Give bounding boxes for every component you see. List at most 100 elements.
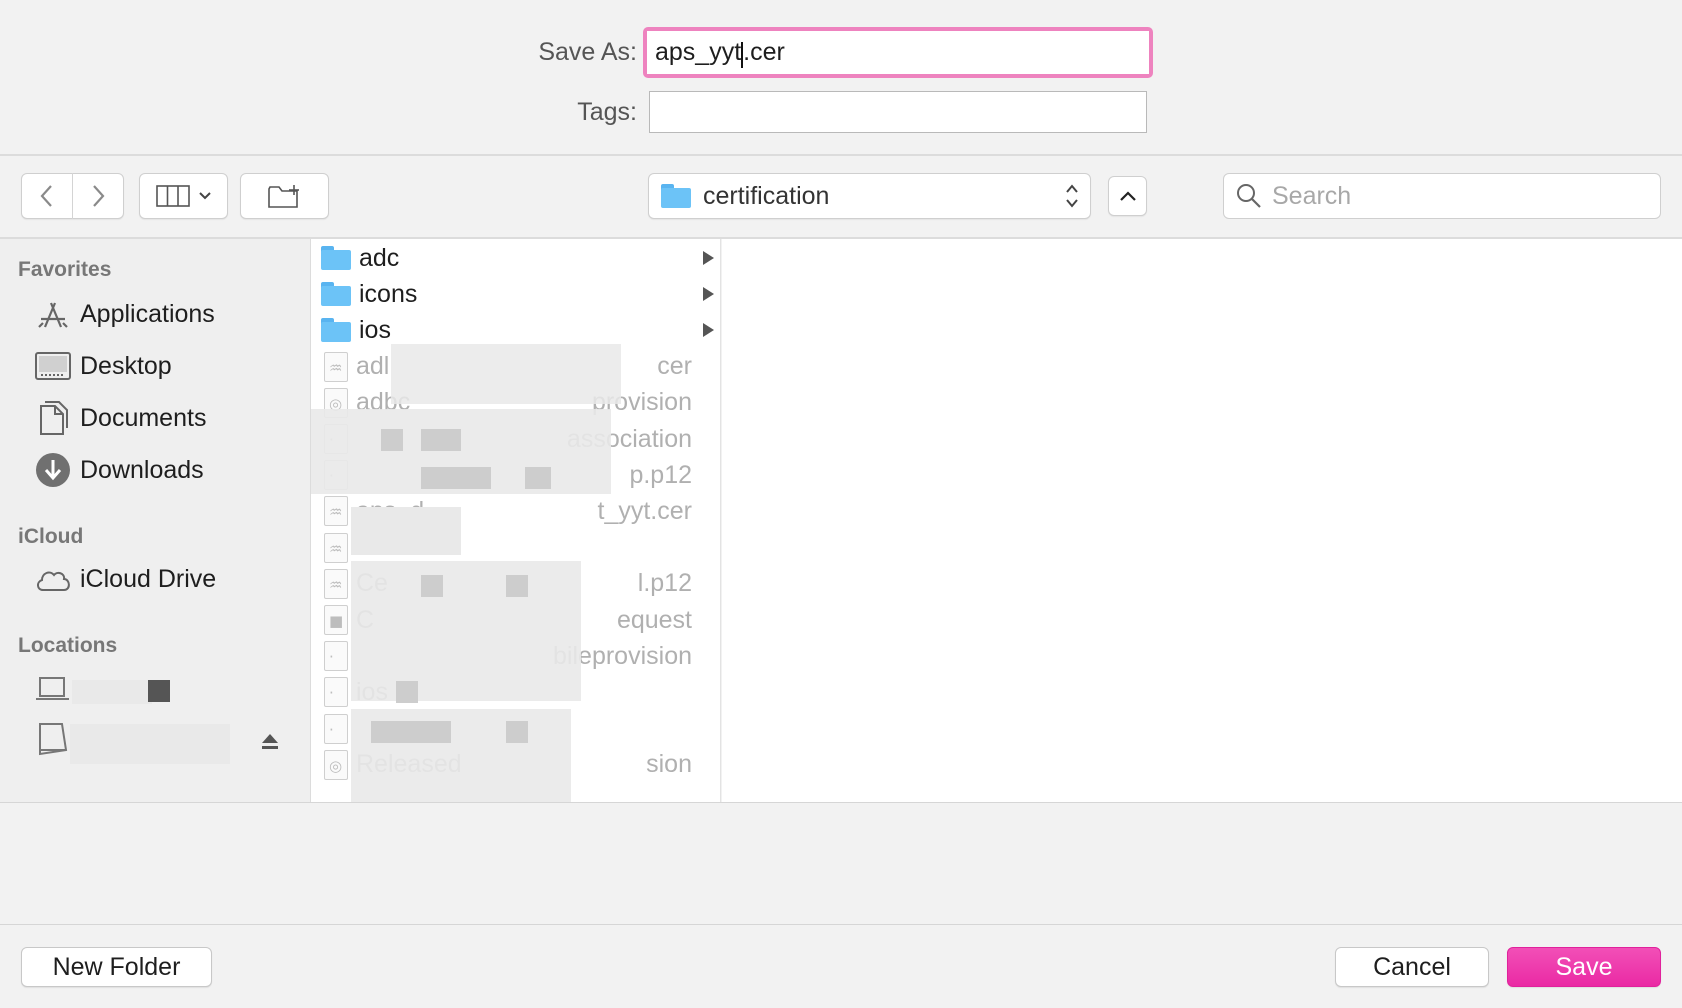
- documents-icon: [34, 399, 72, 437]
- file-glyph: ♒: [329, 503, 343, 522]
- disclosure-arrow-icon: [703, 287, 714, 302]
- save-as-label: Save As:: [538, 38, 637, 66]
- save-button[interactable]: Save: [1507, 947, 1661, 987]
- new-folder-toolbar-button[interactable]: [240, 173, 329, 219]
- view-options-button[interactable]: [139, 173, 228, 219]
- redacted-block: [72, 680, 152, 704]
- file-name-suffix: equest: [616, 605, 692, 634]
- save-as-focus-ring: aps_yyt .cer: [643, 27, 1153, 78]
- file-name: icons: [359, 279, 418, 308]
- folder-icon: [321, 282, 351, 307]
- redacted-block: [351, 507, 461, 555]
- back-forward-group: [21, 173, 124, 219]
- expand-collapse-button[interactable]: [1108, 176, 1147, 216]
- header-divider: [0, 154, 1682, 156]
- footer-divider: [0, 924, 1682, 925]
- sidebar-item-applications[interactable]: Applications: [34, 295, 215, 333]
- save-as-text-after-caret: .cer: [743, 38, 785, 66]
- file-glyph: ·: [329, 648, 334, 667]
- folder-row[interactable]: adc: [321, 241, 720, 275]
- sidebar-item-label: Downloads: [80, 455, 204, 484]
- up-down-chevron-icon: [1066, 184, 1078, 208]
- file-name-suffix: l.p12: [637, 569, 692, 598]
- disclosure-arrow-icon: [703, 323, 714, 338]
- tags-field[interactable]: [649, 91, 1147, 133]
- sidebar-item-label: iCloud Drive: [80, 564, 217, 593]
- file-glyph: ·: [329, 684, 334, 703]
- sidebar-item-icloud-drive[interactable]: iCloud Drive: [34, 560, 216, 598]
- provision-file-icon: ◎: [324, 749, 348, 780]
- file-glyph: ♒: [329, 575, 343, 594]
- chevron-up-icon: [1119, 191, 1136, 201]
- new-folder-button[interactable]: New Folder: [21, 947, 212, 987]
- file-name: adc: [359, 243, 400, 272]
- browser-bottom-divider: [0, 802, 1682, 803]
- back-button[interactable]: [22, 174, 72, 218]
- redacted-block: [506, 575, 528, 597]
- sidebar: Favorites Applications Desktop Documents…: [0, 239, 311, 802]
- file-file-icon: ·: [324, 641, 348, 672]
- save-as-field[interactable]: aps_yyt .cer: [647, 31, 1149, 74]
- folder-icon: [321, 318, 351, 343]
- file-column: adciconsios♒adlcer◎adbcprovision·associa…: [311, 239, 721, 802]
- redacted-block: [506, 721, 528, 743]
- file-file-icon: ·: [324, 713, 348, 744]
- certificate-file-icon: ♒: [324, 351, 348, 382]
- eject-button[interactable]: [260, 731, 280, 756]
- forward-button[interactable]: [73, 174, 123, 218]
- certificate-file-icon: ♒: [324, 496, 348, 527]
- file-file-icon: ·: [324, 677, 348, 708]
- folder-icon: [661, 184, 691, 208]
- disclosure-arrow-icon: [703, 251, 714, 265]
- laptop-icon: [34, 670, 72, 708]
- chevron-left-icon: [40, 185, 52, 207]
- favorites-header: Favorites: [18, 258, 112, 281]
- search-field[interactable]: Search: [1223, 173, 1661, 219]
- file-name: adl: [356, 352, 390, 381]
- search-icon: [1237, 184, 1261, 208]
- cloud-icon: [34, 560, 72, 598]
- sidebar-item-documents[interactable]: Documents: [34, 399, 206, 437]
- file-glyph: ♒: [329, 539, 343, 558]
- icloud-header: iCloud: [18, 525, 84, 548]
- redacted-block: [421, 575, 443, 597]
- disk-icon: [34, 720, 72, 758]
- file-glyph: ◎: [329, 756, 343, 775]
- folder-icon: [321, 246, 351, 270]
- redacted-block: [396, 681, 418, 703]
- folder-row[interactable]: icons: [321, 277, 720, 311]
- folder-row[interactable]: ios: [321, 313, 720, 347]
- applications-icon: [34, 295, 72, 333]
- sidebar-item-label: Applications: [80, 299, 215, 328]
- redacted-block: [70, 724, 230, 764]
- certificate-file-icon: ♒: [324, 568, 348, 599]
- sidebar-item-desktop[interactable]: Desktop: [34, 347, 172, 385]
- file-name-suffix: cer: [657, 352, 692, 381]
- location-popup[interactable]: certification: [648, 173, 1091, 219]
- redacted-block: [421, 467, 491, 489]
- sidebar-item-label: Documents: [80, 403, 207, 432]
- eject-icon: [262, 734, 278, 749]
- chevron-right-icon: [93, 185, 105, 207]
- columns-view-icon: [155, 185, 190, 207]
- file-name: ios: [359, 315, 391, 344]
- request-file-icon: ■: [324, 605, 348, 635]
- redacted-block: [148, 680, 170, 702]
- redacted-block: [421, 429, 461, 451]
- tags-label: Tags:: [577, 98, 637, 126]
- chevron-down-icon: [198, 192, 211, 200]
- downloads-icon: [34, 451, 72, 489]
- sidebar-item-label: Desktop: [80, 351, 172, 380]
- search-placeholder: Search: [1272, 181, 1352, 210]
- redacted-block: [371, 721, 451, 743]
- redacted-block: [391, 344, 621, 404]
- sidebar-item-downloads[interactable]: Downloads: [34, 451, 204, 489]
- file-name-suffix: sion: [646, 750, 692, 779]
- file-glyph: ■: [329, 612, 344, 630]
- redacted-block: [525, 467, 551, 489]
- redacted-block: [351, 561, 581, 701]
- redacted-block: [381, 429, 403, 451]
- cancel-button[interactable]: Cancel: [1335, 947, 1489, 987]
- desktop-icon: [34, 347, 72, 385]
- new-folder-icon: [267, 185, 299, 208]
